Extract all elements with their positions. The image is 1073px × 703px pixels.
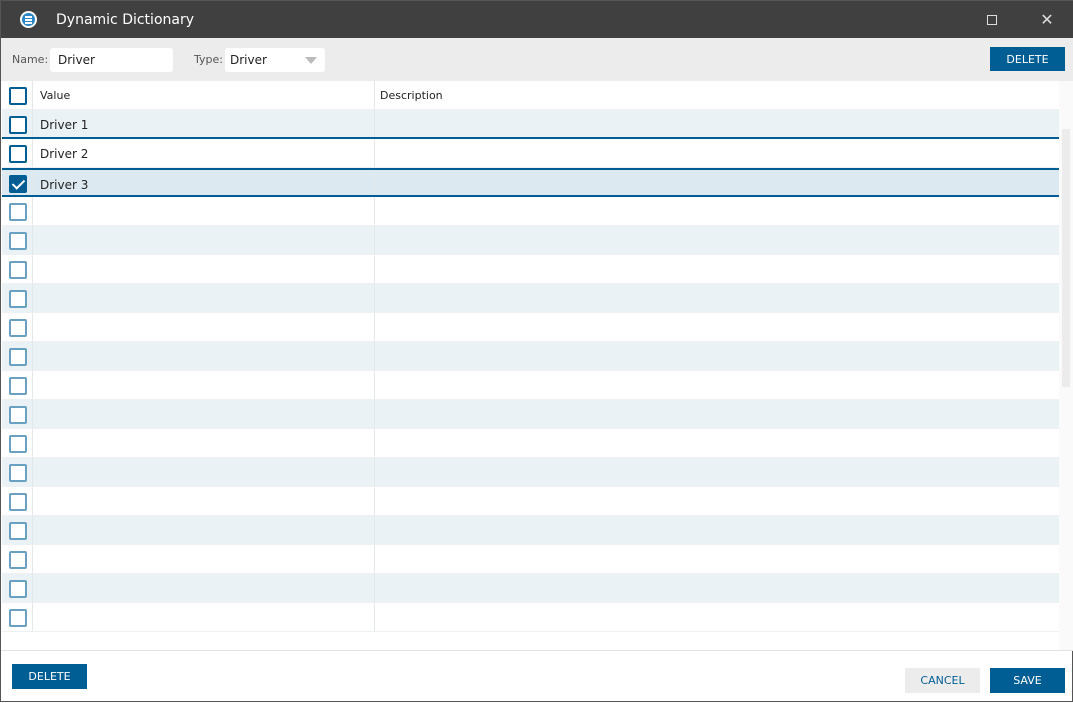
row-checkbox[interactable] — [9, 377, 27, 395]
window-title: Dynamic Dictionary — [56, 12, 194, 28]
empty-row[interactable] — [2, 255, 1059, 284]
name-label: Name: — [12, 53, 49, 66]
description-cell[interactable] — [374, 487, 385, 515]
vertical-scrollbar[interactable] — [1059, 81, 1073, 650]
empty-row[interactable] — [2, 487, 1059, 516]
value-cell[interactable]: Driver 3 — [32, 170, 95, 195]
description-cell[interactable] — [374, 170, 385, 195]
value-cell[interactable] — [32, 603, 47, 631]
footer: DELETE CANCEL SAVE — [1, 650, 1073, 703]
empty-row[interactable] — [2, 574, 1059, 603]
table-row[interactable]: Driver 2 — [2, 139, 1059, 168]
row-checkbox[interactable] — [9, 145, 27, 163]
empty-row[interactable] — [2, 545, 1059, 574]
toolbar: Name: Driver Type: Driver DELETE — [1, 38, 1073, 81]
description-cell[interactable] — [374, 458, 385, 486]
type-value: Driver — [230, 53, 267, 67]
description-cell[interactable] — [374, 139, 385, 167]
row-checkbox-checked[interactable] — [9, 175, 27, 193]
empty-row[interactable] — [2, 516, 1059, 545]
description-cell[interactable] — [374, 603, 385, 631]
row-checkbox[interactable] — [9, 319, 27, 337]
empty-row[interactable] — [2, 371, 1059, 400]
data-grid: Value Description Driver 1 Driver 2 Driv… — [2, 81, 1059, 650]
value-cell[interactable] — [32, 429, 47, 457]
empty-row[interactable] — [2, 197, 1059, 226]
description-cell[interactable] — [374, 400, 385, 428]
row-checkbox[interactable] — [9, 406, 27, 424]
description-cell[interactable] — [374, 110, 385, 137]
type-select[interactable]: Driver — [225, 48, 325, 72]
value-cell[interactable]: Driver 1 — [32, 110, 95, 137]
value-cell[interactable] — [32, 545, 47, 573]
scrollbar-thumb[interactable] — [1062, 129, 1070, 387]
value-cell[interactable] — [32, 487, 47, 515]
description-cell[interactable] — [374, 342, 385, 370]
row-checkbox[interactable] — [9, 551, 27, 569]
value-cell[interactable] — [32, 342, 47, 370]
description-cell[interactable] — [374, 255, 385, 283]
empty-row[interactable] — [2, 603, 1059, 632]
description-cell[interactable] — [374, 516, 385, 544]
empty-row[interactable] — [2, 342, 1059, 371]
value-cell[interactable]: Driver 2 — [32, 139, 95, 167]
row-checkbox[interactable] — [9, 609, 27, 627]
row-checkbox[interactable] — [9, 290, 27, 308]
select-all-checkbox[interactable] — [9, 87, 27, 105]
delete-button[interactable]: DELETE — [12, 664, 87, 689]
type-label: Type: — [194, 53, 223, 66]
value-cell[interactable] — [32, 458, 47, 486]
column-header-value[interactable]: Value — [32, 81, 77, 109]
row-checkbox[interactable] — [9, 435, 27, 453]
empty-row[interactable] — [2, 313, 1059, 342]
row-checkbox[interactable] — [9, 522, 27, 540]
value-cell[interactable] — [32, 574, 47, 602]
empty-row[interactable] — [2, 400, 1059, 429]
empty-row[interactable] — [2, 429, 1059, 458]
row-checkbox[interactable] — [9, 348, 27, 366]
close-icon: ✕ — [1040, 10, 1054, 29]
description-cell[interactable] — [374, 429, 385, 457]
name-input[interactable]: Driver — [50, 48, 173, 72]
row-checkbox[interactable] — [9, 203, 27, 221]
grid-header: Value Description — [2, 81, 1059, 110]
empty-row[interactable] — [2, 284, 1059, 313]
row-checkbox[interactable] — [9, 464, 27, 482]
cancel-button[interactable]: CANCEL — [905, 668, 980, 693]
row-checkbox[interactable] — [9, 261, 27, 279]
value-cell[interactable] — [32, 284, 47, 312]
app-icon — [20, 11, 37, 28]
value-cell[interactable] — [32, 255, 47, 283]
title-bar: Dynamic Dictionary ✕ — [1, 1, 1073, 38]
value-cell[interactable] — [32, 226, 47, 254]
table-row[interactable]: Driver 1 — [2, 110, 1059, 139]
value-cell[interactable] — [32, 516, 47, 544]
table-row-selected[interactable]: Driver 3 — [2, 168, 1059, 197]
maximize-icon — [987, 14, 997, 25]
description-cell[interactable] — [374, 197, 385, 225]
value-cell[interactable] — [32, 371, 47, 399]
value-cell[interactable] — [32, 400, 47, 428]
row-checkbox[interactable] — [9, 580, 27, 598]
description-cell[interactable] — [374, 371, 385, 399]
description-cell[interactable] — [374, 226, 385, 254]
delete-dictionary-button[interactable]: DELETE — [990, 47, 1065, 71]
column-header-description[interactable]: Description — [374, 81, 448, 109]
save-button[interactable]: SAVE — [990, 668, 1065, 693]
row-checkbox[interactable] — [9, 116, 27, 134]
chevron-down-icon — [305, 57, 317, 64]
row-checkbox[interactable] — [9, 232, 27, 250]
description-cell[interactable] — [374, 313, 385, 341]
description-cell[interactable] — [374, 545, 385, 573]
maximize-button[interactable] — [969, 1, 1015, 38]
value-cell[interactable] — [32, 313, 47, 341]
description-cell[interactable] — [374, 574, 385, 602]
empty-row[interactable] — [2, 458, 1059, 487]
row-checkbox[interactable] — [9, 493, 27, 511]
value-cell[interactable] — [32, 197, 47, 225]
description-cell[interactable] — [374, 284, 385, 312]
empty-row[interactable] — [2, 226, 1059, 255]
close-button[interactable]: ✕ — [1024, 1, 1070, 38]
